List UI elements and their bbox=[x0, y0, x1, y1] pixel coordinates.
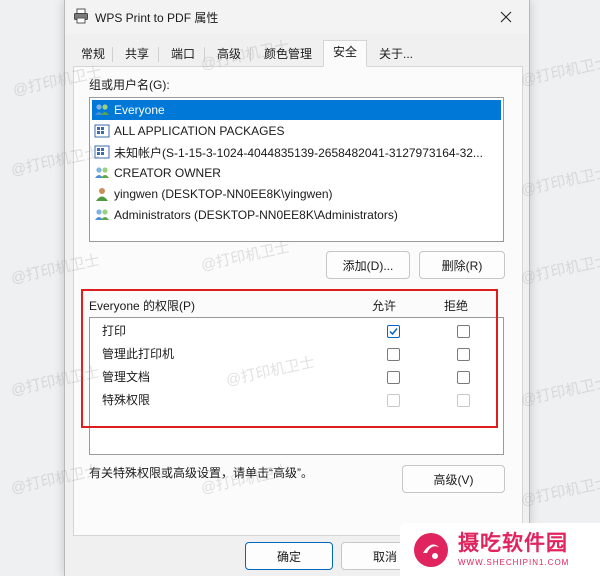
user-name: Everyone bbox=[114, 103, 165, 117]
brand-name: 摄吃软件园 bbox=[458, 532, 568, 555]
printer-icon bbox=[74, 8, 88, 24]
security-panel: 组或用户名(G): Everyone ALL APPLICATION PACKA… bbox=[73, 66, 523, 536]
user-name: yingwen (DESKTOP-NN0EE8K\yingwen) bbox=[114, 187, 333, 201]
tab-general[interactable]: 常规 bbox=[73, 42, 113, 66]
properties-dialog: WPS Print to PDF 属性 常规 共享 端口 高级 颜色管理 安全 … bbox=[64, 0, 530, 576]
close-icon bbox=[500, 11, 512, 23]
watermark: @打印机卫士 bbox=[519, 163, 600, 200]
brand-url: WWW.SHECHIPIN1.COM bbox=[458, 558, 570, 567]
user-row-creator-owner[interactable]: CREATOR OWNER bbox=[92, 163, 501, 183]
allow-header: 允许 bbox=[372, 299, 397, 313]
user-row-unknown-account[interactable]: 未知帐户(S-1-15-3-1024-4044835139-2658482041… bbox=[92, 142, 501, 162]
users-list[interactable]: Everyone ALL APPLICATION PACKAGES 未知帐户(S… bbox=[89, 97, 504, 242]
users-group-icon bbox=[95, 167, 109, 178]
manage-printer-deny-checkbox[interactable] bbox=[457, 348, 470, 361]
users-group-icon bbox=[95, 104, 109, 115]
perm-label-manage-printer: 管理此打印机 bbox=[102, 347, 175, 361]
checkmark-icon bbox=[389, 328, 398, 336]
tab-security[interactable]: 安全 bbox=[323, 40, 367, 67]
watermark: @打印机卫士 bbox=[519, 373, 600, 410]
title-bar: WPS Print to PDF 属性 bbox=[65, 0, 529, 34]
tab-ports[interactable]: 端口 bbox=[161, 42, 205, 66]
user-row-yingwen[interactable]: yingwen (DESKTOP-NN0EE8K\yingwen) bbox=[92, 184, 501, 204]
window-title: WPS Print to PDF 属性 bbox=[95, 11, 219, 25]
advanced-hint: 有关特殊权限或高级设置，请单击“高级”。 bbox=[89, 466, 313, 480]
manage-documents-deny-checkbox[interactable] bbox=[457, 371, 470, 384]
brand-logo: 摄吃软件园 WWW.SHECHIPIN1.COM bbox=[400, 523, 600, 576]
print-allow-checkbox[interactable] bbox=[387, 325, 400, 338]
users-group-icon bbox=[95, 209, 109, 220]
advanced-button[interactable]: 高级(V) bbox=[402, 465, 505, 493]
tab-strip: 常规 共享 端口 高级 颜色管理 安全 关于... bbox=[73, 40, 521, 67]
app-packages-icon bbox=[94, 145, 110, 159]
special-allow-checkbox bbox=[387, 394, 400, 407]
manage-printer-allow-checkbox[interactable] bbox=[387, 348, 400, 361]
app-packages-icon bbox=[94, 124, 110, 138]
tab-advanced[interactable]: 高级 bbox=[207, 42, 251, 66]
ok-button[interactable]: 确定 bbox=[245, 542, 333, 570]
perm-label-print: 打印 bbox=[102, 324, 127, 338]
permissions-list: 打印 管理此打印机 管理文档 特殊权限 bbox=[89, 317, 504, 455]
close-button[interactable] bbox=[483, 0, 529, 34]
user-name: ALL APPLICATION PACKAGES bbox=[114, 124, 285, 138]
perm-label-manage-documents: 管理文档 bbox=[102, 370, 151, 384]
users-label: 组或用户名(G): bbox=[89, 78, 170, 92]
print-deny-checkbox[interactable] bbox=[457, 325, 470, 338]
user-row-all-app-packages[interactable]: ALL APPLICATION PACKAGES bbox=[92, 121, 501, 141]
user-row-everyone[interactable]: Everyone bbox=[92, 100, 501, 120]
manage-documents-allow-checkbox[interactable] bbox=[387, 371, 400, 384]
tab-about[interactable]: 关于... bbox=[369, 42, 423, 66]
brand-logo-icon bbox=[414, 532, 448, 567]
add-button[interactable]: 添加(D)... bbox=[326, 251, 410, 279]
watermark: @打印机卫士 bbox=[519, 473, 600, 510]
perm-label-special: 特殊权限 bbox=[102, 393, 151, 407]
special-deny-checkbox bbox=[457, 394, 470, 407]
remove-button[interactable]: 删除(R) bbox=[419, 251, 505, 279]
permissions-label: Everyone 的权限(P) bbox=[89, 299, 196, 313]
user-name: Administrators (DESKTOP-NN0EE8K\Administ… bbox=[114, 208, 398, 222]
deny-header: 拒绝 bbox=[444, 299, 469, 313]
watermark: @打印机卫士 bbox=[519, 53, 600, 90]
tab-sharing[interactable]: 共享 bbox=[115, 42, 159, 66]
tab-color-management[interactable]: 颜色管理 bbox=[253, 42, 323, 66]
user-name: CREATOR OWNER bbox=[114, 166, 221, 180]
user-row-administrators[interactable]: Administrators (DESKTOP-NN0EE8K\Administ… bbox=[92, 205, 501, 225]
watermark: @打印机卫士 bbox=[519, 251, 600, 288]
user-name: 未知帐户(S-1-15-3-1024-4044835139-2658482041… bbox=[114, 145, 483, 160]
user-icon bbox=[96, 188, 108, 201]
